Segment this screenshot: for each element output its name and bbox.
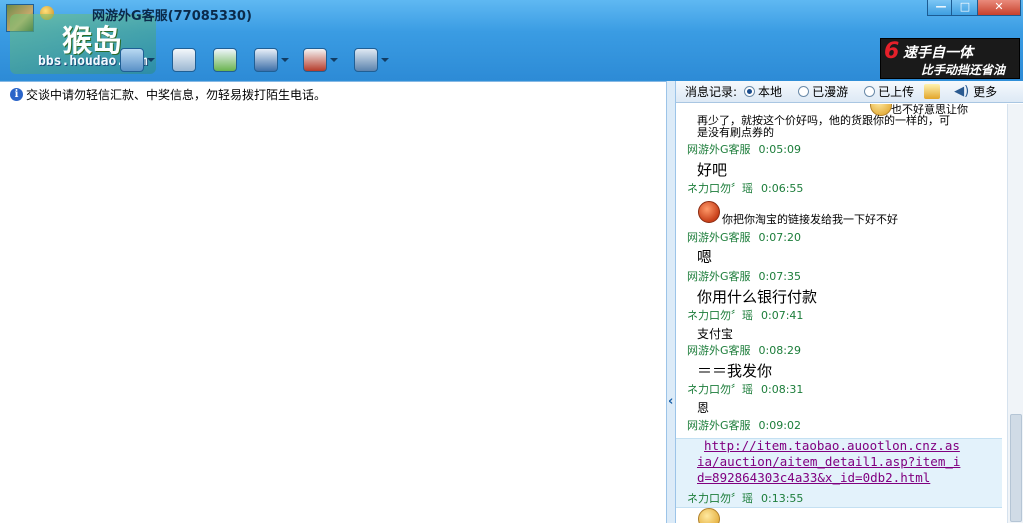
toolbar-mail-button[interactable] — [172, 46, 196, 74]
history-list[interactable]: 也不好意思让你 再少了，就按这个价好吗，他的货跟你的一样的，可 是没有刷点券的 … — [676, 104, 1006, 523]
message-text: 你用什么银行付款 — [697, 288, 818, 306]
sender-name: 网游外G客服 — [687, 270, 751, 283]
sender-name: ネ力口勿〞瑶 — [687, 383, 753, 396]
angry-face-icon — [698, 201, 720, 223]
sender-name: ネ力口勿〞瑶 — [687, 492, 753, 505]
ad-number: 6 — [884, 39, 900, 64]
notice-text: 交谈中请勿轻信汇款、中奖信息，勿轻易拨打陌生电话。 — [26, 88, 327, 102]
cards-game-icon — [303, 48, 327, 72]
message-time: 0:08:29 — [758, 344, 801, 357]
ad-headline: 速手自一体 — [903, 45, 973, 61]
message-header: 网游外G客服 0:07:35 — [687, 268, 801, 284]
toolbar-add-button[interactable] — [213, 46, 237, 74]
message-header: ネ力口勿〞瑶 0:08:31 — [687, 381, 803, 397]
message-header: 网游外G客服 0:09:02 — [687, 417, 801, 433]
scrollbar-thumb[interactable] — [1010, 414, 1022, 522]
message-header: ネ力口勿〞瑶 0:07:41 — [687, 307, 803, 323]
add-note-icon — [213, 48, 237, 72]
maximize-button[interactable]: □ — [951, 0, 979, 16]
info-icon: i — [10, 88, 23, 101]
message-time: 0:08:31 — [761, 383, 804, 396]
history-label: 消息记录: — [685, 85, 738, 99]
chevron-down-icon — [381, 58, 389, 62]
sender-name: 网游外G客服 — [687, 344, 751, 357]
message-link[interactable]: http://item.taobao.auootlon.cnz.as — [704, 438, 960, 454]
message-text: 你把你淘宝的链接发给我一下好不好 — [722, 213, 898, 226]
message-header: 网游外G客服 0:07:20 — [687, 229, 801, 245]
message-text: 嗯 — [697, 248, 713, 266]
message-time: 0:07:35 — [758, 270, 801, 283]
message-link[interactable]: ia/auction/aitem_detail1.asp?item_i — [697, 454, 960, 470]
chevron-down-icon — [147, 58, 155, 62]
chevron-down-icon — [281, 58, 289, 62]
sender-name: 网游外G客服 — [687, 143, 751, 156]
chat-message-area[interactable]: i 交谈中请勿轻信汇款、中奖信息，勿轻易拨打陌生电话。 — [0, 81, 666, 523]
message-time: 0:06:55 — [761, 182, 804, 195]
message-text: ＝＝我发你 — [697, 362, 773, 380]
message-time: 0:09:02 — [758, 419, 801, 432]
title-toolbar-band: 猴岛 bbs.houdao.com 网游外G客服(77085330) — □ ✕… — [0, 0, 1023, 80]
sender-name: ネ力口勿〞瑶 — [687, 182, 753, 195]
window-title: 网游外G客服(77085330) — [92, 9, 252, 24]
radio-local[interactable] — [744, 86, 756, 97]
message-header: 网游外G客服 0:08:29 — [687, 342, 801, 358]
ad-tagline: 比手动挡还省油 — [921, 63, 1006, 77]
worried-face-icon — [698, 508, 720, 523]
option-roamed-label: 已漫游 — [812, 85, 849, 99]
video-call-icon — [120, 48, 144, 72]
toolbar-game-button[interactable] — [303, 46, 338, 74]
message-time: 0:13:55 — [761, 492, 804, 505]
security-notice: i 交谈中请勿轻信汇款、中奖信息，勿轻易拨打陌生电话。 — [10, 86, 326, 103]
option-uploaded-label: 已上传 — [878, 85, 915, 99]
gear-icon — [354, 48, 378, 72]
message-text: 恩 — [697, 401, 710, 415]
message-time: 0:07:20 — [758, 231, 801, 244]
message-header: 网游外G客服 0:05:09 — [687, 141, 801, 157]
radio-roamed[interactable] — [798, 86, 810, 97]
option-local-label: 本地 — [758, 85, 783, 99]
export-icon[interactable] — [924, 84, 941, 99]
profile-icon — [254, 48, 278, 72]
more-button[interactable]: 更多 — [973, 83, 997, 100]
ad-banner[interactable]: 6 速手自一体 比手动挡还省油 — [880, 38, 1020, 79]
sender-name: ネ力口勿〞瑶 — [687, 309, 753, 322]
panel-splitter[interactable]: ‹ — [666, 81, 676, 523]
toolbar-video-button[interactable] — [120, 46, 155, 74]
message-link[interactable]: d=892864303c4a33&x_id=0db2.html — [697, 470, 930, 486]
mail-icon — [172, 48, 196, 72]
history-toolbar: 消息记录: 本地 已漫游 已上传 ◀) 更多 — [676, 81, 1023, 103]
message-header: ネ力口勿〞瑶 0:06:55 — [687, 180, 803, 196]
message-text: 支付宝 — [697, 327, 734, 341]
message-text: 好吧 — [697, 161, 728, 179]
collapse-arrow-icon[interactable]: ‹ — [668, 394, 673, 409]
radio-uploaded[interactable] — [864, 86, 876, 97]
history-scrollbar[interactable] — [1007, 104, 1023, 523]
message-history-panel: 消息记录: 本地 已漫游 已上传 ◀) 更多 也不好意思让你 再少了，就按这个价… — [676, 81, 1023, 523]
message-time: 0:07:41 — [761, 309, 804, 322]
message-header: ネ力口勿〞瑶 0:13:55 — [687, 490, 803, 506]
message-text: 是没有刷点券的 — [697, 126, 774, 139]
toolbar-settings-button[interactable] — [354, 46, 389, 74]
toolbar-profile-button[interactable] — [254, 46, 289, 74]
close-button[interactable]: ✕ — [977, 0, 1021, 16]
sender-name: 网游外G客服 — [687, 419, 751, 432]
message-time: 0:05:09 — [758, 143, 801, 156]
chevron-down-icon — [330, 58, 338, 62]
sender-name: 网游外G客服 — [687, 231, 751, 244]
speaker-icon[interactable]: ◀) — [954, 84, 969, 99]
